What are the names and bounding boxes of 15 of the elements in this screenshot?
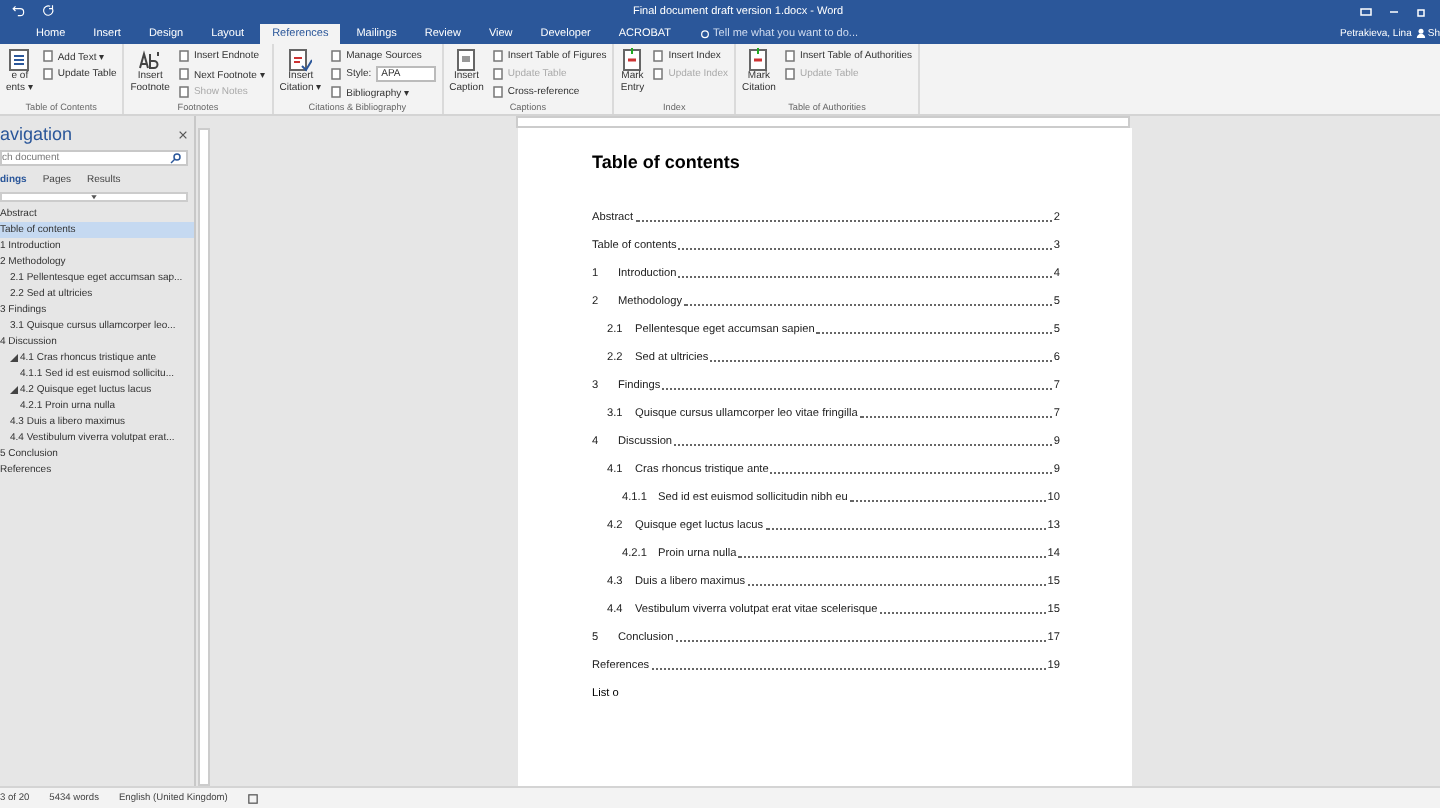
restore-icon	[1416, 5, 1428, 17]
toc-heading: Table of contents	[592, 152, 742, 172]
search-icon	[170, 152, 182, 164]
layout-icon	[247, 793, 258, 803]
ribbon-display-icon	[1360, 5, 1372, 17]
pane-title: avigation	[0, 124, 73, 144]
close-icon	[178, 129, 188, 139]
undo-icon	[12, 4, 26, 18]
redo-icon	[42, 4, 56, 18]
minimize-icon	[1388, 5, 1400, 17]
expanded-icon[interactable]	[10, 386, 18, 394]
expanded-icon[interactable]	[10, 354, 18, 362]
person-icon	[1415, 28, 1426, 38]
footnote-icon	[138, 48, 163, 72]
collapse-icon	[90, 193, 98, 201]
